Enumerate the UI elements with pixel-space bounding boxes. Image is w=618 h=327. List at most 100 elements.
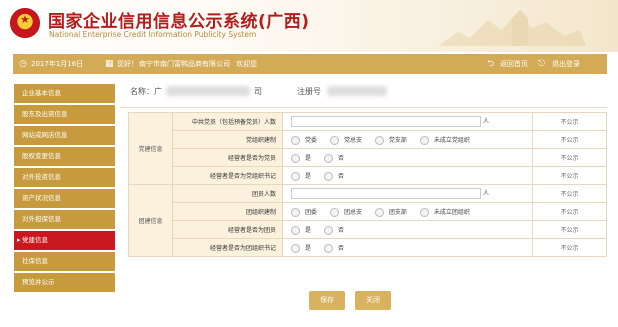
radio-icon[interactable] <box>329 207 339 217</box>
party-org-option[interactable]: 未成立党组织 <box>419 135 470 145</box>
clock-icon: ◷ <box>19 59 27 69</box>
no-option[interactable]: 否 <box>323 225 344 235</box>
yes-option[interactable]: 是 <box>291 243 311 253</box>
system-subtitle: National Enterprise Credit Information P… <box>49 30 257 39</box>
company-name-fragment: 广 <box>154 87 162 96</box>
party-building-form: 党建信息 中共党员（包括预备党员）人数 人 不公示 党组织建制 党委 党总支 党… <box>128 112 607 257</box>
party-org-label: 党组织建制 <box>172 130 283 149</box>
publicity-status: 不公示 <box>532 130 607 149</box>
current-date: 2017年1月16日 <box>31 60 84 68</box>
system-title: 国家企业信用信息公示系统(广西) <box>48 12 310 32</box>
party-org-option[interactable]: 党总支 <box>329 135 362 145</box>
publicity-status: 不公示 <box>532 184 607 203</box>
national-emblem-icon <box>10 8 40 38</box>
radio-icon[interactable] <box>291 153 300 163</box>
user-organization: 南宁市南门富鸭品商有限公司 <box>139 60 230 68</box>
redacted-company-name <box>166 86 250 96</box>
yes-option[interactable]: 是 <box>291 171 311 181</box>
table-row: 经营者是否为团组织书记 是 否 不公示 <box>129 238 607 257</box>
league-org-option[interactable]: 团总支 <box>329 207 362 217</box>
party-org-option[interactable]: 党支部 <box>374 135 407 145</box>
radio-icon[interactable] <box>419 207 429 217</box>
no-option[interactable]: 否 <box>323 153 344 163</box>
radio-icon[interactable] <box>374 135 384 145</box>
manager-party-secretary-label: 经营者是否为党组织书记 <box>172 166 283 185</box>
radio-icon[interactable] <box>291 171 300 181</box>
publicity-status: 不公示 <box>532 202 607 221</box>
radio-icon[interactable] <box>291 135 300 145</box>
party-members-input[interactable] <box>291 116 481 127</box>
redacted-registration-number <box>327 86 387 96</box>
logout-link[interactable]: 退出登录 <box>552 54 580 74</box>
publicity-status: 不公示 <box>532 238 607 257</box>
close-button[interactable]: 关闭 <box>355 291 391 310</box>
sidebar-item-guarantee[interactable]: 对外担保信息 <box>14 210 115 229</box>
manager-league-member-label: 经营者是否为团员 <box>172 220 283 239</box>
league-org-option[interactable]: 团支部 <box>374 207 407 217</box>
sidebar-item-equity-change[interactable]: 股权变更信息 <box>14 147 115 166</box>
sidebar-item-preview-publish[interactable]: 预览并公示 <box>14 273 115 292</box>
no-option[interactable]: 否 <box>323 243 344 253</box>
radio-icon[interactable] <box>291 207 300 217</box>
publicity-status: 不公示 <box>532 220 607 239</box>
radio-icon[interactable] <box>323 171 333 181</box>
building-icon: ▦ <box>105 59 114 69</box>
radio-icon[interactable] <box>323 225 333 235</box>
radio-icon[interactable] <box>329 135 339 145</box>
table-row: 团建信息 团员人数 人 不公示 <box>128 184 607 257</box>
league-org-option[interactable]: 团委 <box>291 207 317 217</box>
table-row: 党组织建制 党委 党总支 党支部 未成立党组织 不公示 <box>129 130 607 149</box>
return-icon[interactable]: ⮌ <box>487 54 494 74</box>
party-members-label: 中共党员（包括预备党员）人数 <box>172 112 283 131</box>
welcome-text: 欢迎您 <box>236 60 257 68</box>
yes-option[interactable]: 是 <box>291 153 311 163</box>
greeting: 您好！ <box>117 60 138 68</box>
info-bar: ◷ 2017年1月16日 ▦ 您好！ 南宁市南门富鸭品商有限公司 欢迎您 ⮌ 返… <box>13 54 607 74</box>
sidebar-item-assets[interactable]: 资产状况信息 <box>14 189 115 208</box>
sidebar-item-websites[interactable]: 网站或网店信息 <box>14 126 115 145</box>
yes-option[interactable]: 是 <box>291 225 311 235</box>
logout-icon[interactable]: ⎋ <box>538 54 545 74</box>
party-org-option[interactable]: 党委 <box>291 135 317 145</box>
league-org-option[interactable]: 未成立团组织 <box>419 207 470 217</box>
sidebar-item-basic-info[interactable]: 企业基本信息 <box>14 84 115 103</box>
no-option[interactable]: 否 <box>323 171 344 181</box>
sidebar-nav: 企业基本信息 股东及出资信息 网站或网店信息 股权变更信息 对外投资信息 资产状… <box>14 84 115 294</box>
save-button[interactable]: 保存 <box>309 291 345 310</box>
unit-label: 人 <box>483 190 490 197</box>
manager-party-member-label: 经营者是否为党员 <box>172 148 283 167</box>
radio-icon[interactable] <box>419 135 429 145</box>
table-row: 党建信息 中共党员（包括预备党员）人数 人 不公示 <box>128 112 607 185</box>
league-members-label: 团员人数 <box>172 184 283 203</box>
league-members-input[interactable] <box>291 188 481 199</box>
party-group-label: 党建信息 <box>128 112 173 185</box>
landmark-watermark-icon <box>438 10 586 46</box>
league-group-label: 团建信息 <box>128 184 173 257</box>
radio-icon[interactable] <box>291 225 300 235</box>
page-header: 国家企业信用信息公示系统(广西) National Enterprise Cre… <box>0 0 618 52</box>
sidebar-item-investment[interactable]: 对外投资信息 <box>14 168 115 187</box>
league-org-label: 团组织建制 <box>172 202 283 221</box>
radio-icon[interactable] <box>323 243 333 253</box>
table-row: 经营者是否为党组织书记 是 否 不公示 <box>129 166 607 185</box>
manager-league-secretary-label: 经营者是否为团组织书记 <box>172 238 283 257</box>
sidebar-item-party-building[interactable]: 党建信息 <box>14 231 115 250</box>
table-row: 经营者是否为团员 是 否 不公示 <box>129 220 607 239</box>
sidebar-item-social-security[interactable]: 社保信息 <box>14 252 115 271</box>
registration-label: 注册号 <box>297 87 321 96</box>
divider <box>120 107 607 108</box>
unit-label: 人 <box>483 118 490 125</box>
radio-icon[interactable] <box>291 243 300 253</box>
return-home-link[interactable]: 返回首页 <box>500 54 528 74</box>
publicity-status: 不公示 <box>532 112 607 131</box>
radio-icon[interactable] <box>374 207 384 217</box>
sidebar-item-shareholders[interactable]: 股东及出资信息 <box>14 105 115 124</box>
table-row: 团组织建制 团委 团总支 团支部 未成立团组织 不公示 <box>129 202 607 221</box>
company-name-row: 名称：广 <box>130 86 162 97</box>
publicity-status: 不公示 <box>532 166 607 185</box>
publicity-status: 不公示 <box>532 148 607 167</box>
company-name-suffix: 司 <box>254 87 262 96</box>
table-row: 经营者是否为党员 是 否 不公示 <box>129 148 607 167</box>
radio-icon[interactable] <box>323 153 333 163</box>
company-name-label: 名称： <box>130 87 154 96</box>
